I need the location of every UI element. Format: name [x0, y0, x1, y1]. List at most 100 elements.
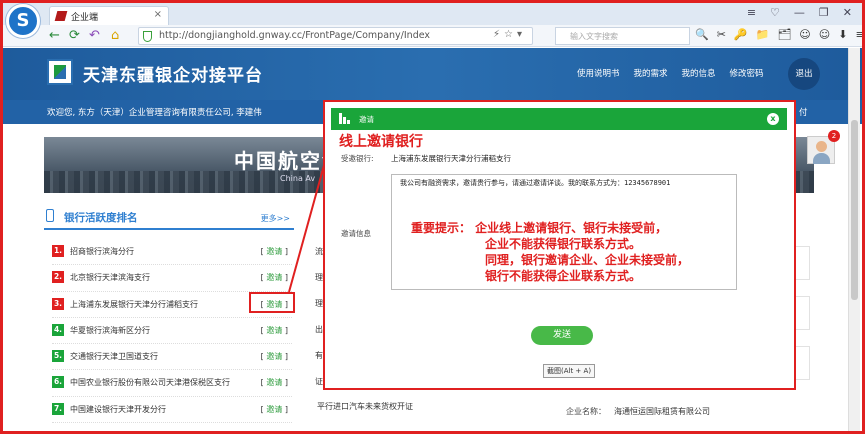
middle-row-text: 理: [315, 273, 323, 282]
ranking-list: 1. 招商银行滨海分行 [ 邀请 ] 2. 北京银行天津滨海支行 [ 邀请 ] 3. 上海浦东…: [52, 239, 292, 424]
invite-dialog: 邀请 x 线上邀请银行 受邀银行: 上海浦东发展银行天津分行浦稻支行 邀请信息 …: [323, 100, 796, 390]
browser-logo-icon[interactable]: [6, 4, 40, 38]
company-name-value: 海通恒运国际租赁有限公司: [614, 407, 710, 416]
face-icon[interactable]: ☺: [819, 28, 830, 41]
scissors-icon[interactable]: ✂: [717, 28, 726, 41]
collection-icon[interactable]: 🗂: [777, 28, 791, 41]
page-scrollbar[interactable]: [848, 48, 860, 431]
address-bar[interactable]: http://dongjianghold.gnway.cc/FrontPage/…: [138, 27, 533, 45]
ranking-list-item: 4. 华夏银行滨海新区分行 [ 邀请 ]: [52, 318, 292, 345]
banner-subtitle: China Av: [280, 174, 316, 183]
rank-number-badge: 3.: [52, 297, 64, 310]
nav-change-password[interactable]: 修改密码: [730, 67, 764, 79]
rank-number-badge: 4.: [52, 323, 64, 336]
close-window-button[interactable]: ✕: [843, 6, 852, 19]
ranking-title: 银行活跃度排名: [64, 212, 138, 224]
invited-bank-label: 受邀银行:: [341, 154, 374, 163]
more-menu-icon[interactable]: ≡: [855, 28, 864, 41]
invite-bracket: ]: [282, 273, 288, 283]
notice-line: 重要提示： 企业线上邀请银行、银行未接受前，: [411, 221, 668, 235]
site-nav: 使用说明书 我的需求 我的信息 修改密码: [577, 67, 764, 79]
invite-label[interactable]: 邀请: [266, 378, 282, 387]
invite-link[interactable]: [ 邀请 ]: [261, 351, 288, 362]
dialog-heading: 线上邀请银行: [339, 134, 423, 150]
search-icon[interactable]: 🔍: [695, 28, 709, 41]
invite-message-text[interactable]: 我公司有融资需求，邀请贵行参与，请通过邀请详谈。我的联系方式为：12345678…: [400, 178, 670, 188]
nav-manual[interactable]: 使用说明书: [577, 67, 620, 79]
phone-icon: [46, 209, 54, 222]
tab-favicon-icon: [54, 11, 68, 21]
browser-titlebar: 企业端 × ≡ ♡ — ❐ ✕: [3, 3, 862, 25]
nav-my-info[interactable]: 我的信息: [682, 67, 716, 79]
invite-label[interactable]: 邀请: [266, 273, 282, 282]
bank-name[interactable]: 华夏银行滨海新区分行: [70, 325, 150, 336]
invite-label[interactable]: 邀请: [266, 405, 282, 414]
download-icon[interactable]: ⬇: [838, 28, 847, 41]
browser-toolbar: 🔍 ✂ 🔑 📁 🗂 ☺ ☺ ⬇ ≡: [695, 28, 865, 41]
invite-link[interactable]: [ 邀请 ]: [261, 246, 288, 257]
back-icon[interactable]: ←: [49, 28, 60, 44]
undo-icon[interactable]: ↶: [89, 28, 100, 44]
invite-link[interactable]: [ 邀请 ]: [261, 272, 288, 283]
menu-icon[interactable]: ≡: [747, 6, 756, 19]
invite-highlight-box: [249, 292, 295, 313]
company-name-label: 企业名称：: [566, 407, 606, 416]
invite-label[interactable]: 邀请: [266, 352, 282, 361]
ranking-list-item: 5. 交通银行天津卫国道支行 [ 邀请 ]: [52, 344, 292, 371]
middle-bottom-text[interactable]: 平行进口汽车未来货权开证: [317, 401, 413, 412]
tab-close-icon[interactable]: ×: [154, 9, 162, 20]
more-link[interactable]: 更多>>: [261, 213, 290, 224]
bank-name[interactable]: 交通银行天津卫国道支行: [70, 351, 158, 362]
invite-bracket: ]: [282, 378, 288, 388]
url-text[interactable]: http://dongjianghold.gnway.cc/FrontPage/…: [159, 30, 430, 41]
bank-name[interactable]: 上海浦东发展银行天津分行浦稻支行: [70, 299, 198, 310]
search-input[interactable]: 输入文字搜索: [555, 27, 690, 45]
send-button[interactable]: 发送: [531, 326, 593, 345]
scrollbar-thumb[interactable]: [851, 120, 858, 300]
security-shield-icon: [143, 31, 152, 42]
bank-name[interactable]: 招商银行滨海分行: [70, 246, 134, 257]
bank-name[interactable]: 中国建设银行天津开发分行: [70, 404, 166, 415]
middle-row-text: 理: [315, 299, 323, 308]
emoji-icon[interactable]: ☺: [799, 28, 810, 41]
ranking-list-item: 6. 中国农业银行股份有限公司天津港保税区支行 [ 邀请 ]: [52, 370, 292, 397]
middle-row-text: 有: [315, 351, 323, 360]
invite-link[interactable]: [ 邀请 ]: [261, 404, 288, 415]
rank-number-badge: 2.: [52, 271, 64, 284]
middle-row-text: 流: [315, 247, 323, 256]
maximize-button[interactable]: ❐: [819, 6, 829, 19]
bank-name[interactable]: 中国农业银行股份有限公司天津港保税区支行: [70, 377, 230, 388]
dialog-title: 邀请: [359, 115, 374, 124]
invite-bracket: ]: [282, 325, 288, 335]
invite-label[interactable]: 邀请: [266, 326, 282, 335]
middle-row-text: 证: [315, 377, 323, 386]
nav-my-needs[interactable]: 我的需求: [634, 67, 668, 79]
close-button[interactable]: x: [767, 113, 779, 125]
rank-number-badge: 7.: [52, 402, 64, 415]
dialog-header: 邀请 x: [331, 108, 787, 130]
notice-line: 企业不能获得银行联系方式。: [485, 237, 642, 251]
refresh-icon[interactable]: ⟳: [69, 28, 80, 44]
invite-label[interactable]: 邀请: [266, 247, 282, 256]
invite-link[interactable]: [ 邀请 ]: [261, 325, 288, 336]
welcome-right-text: 付: [799, 108, 808, 118]
invite-bracket: ]: [282, 247, 288, 256]
minimize-button[interactable]: —: [794, 6, 805, 19]
bar-chart-icon: [339, 113, 351, 124]
invite-link[interactable]: [ 邀请 ]: [261, 377, 288, 388]
welcome-text: 欢迎您, 东方（天津）企业管理咨询有限责任公司, 李建伟: [47, 108, 262, 118]
key-icon[interactable]: 🔑: [734, 28, 748, 41]
browser-navbar: ← ⟳ ↶ ⌂ http://dongjianghold.gnway.cc/Fr…: [3, 25, 865, 47]
folder-icon[interactable]: 📁: [756, 28, 770, 41]
bank-name[interactable]: 北京银行天津滨海支行: [70, 272, 150, 283]
site-title: 天津东疆银企对接平台: [83, 66, 263, 86]
invite-bracket: ]: [282, 352, 288, 362]
home-icon[interactable]: ⌂: [111, 28, 119, 44]
rank-number-badge: 1.: [52, 245, 64, 257]
bank-ranking-panel: 银行活跃度排名 更多>> 1. 招商银行滨海分行 [ 邀请 ] 2. 北京银行天津滨海支…: [44, 206, 294, 431]
url-actions[interactable]: ⚡☆▾: [493, 29, 526, 40]
notice-line: 同理，银行邀请企业、企业未接受前，: [485, 253, 690, 267]
logout-button[interactable]: 退出: [788, 58, 820, 90]
browser-tab[interactable]: 企业端 ×: [49, 6, 169, 25]
favorite-icon[interactable]: ♡: [770, 6, 780, 19]
